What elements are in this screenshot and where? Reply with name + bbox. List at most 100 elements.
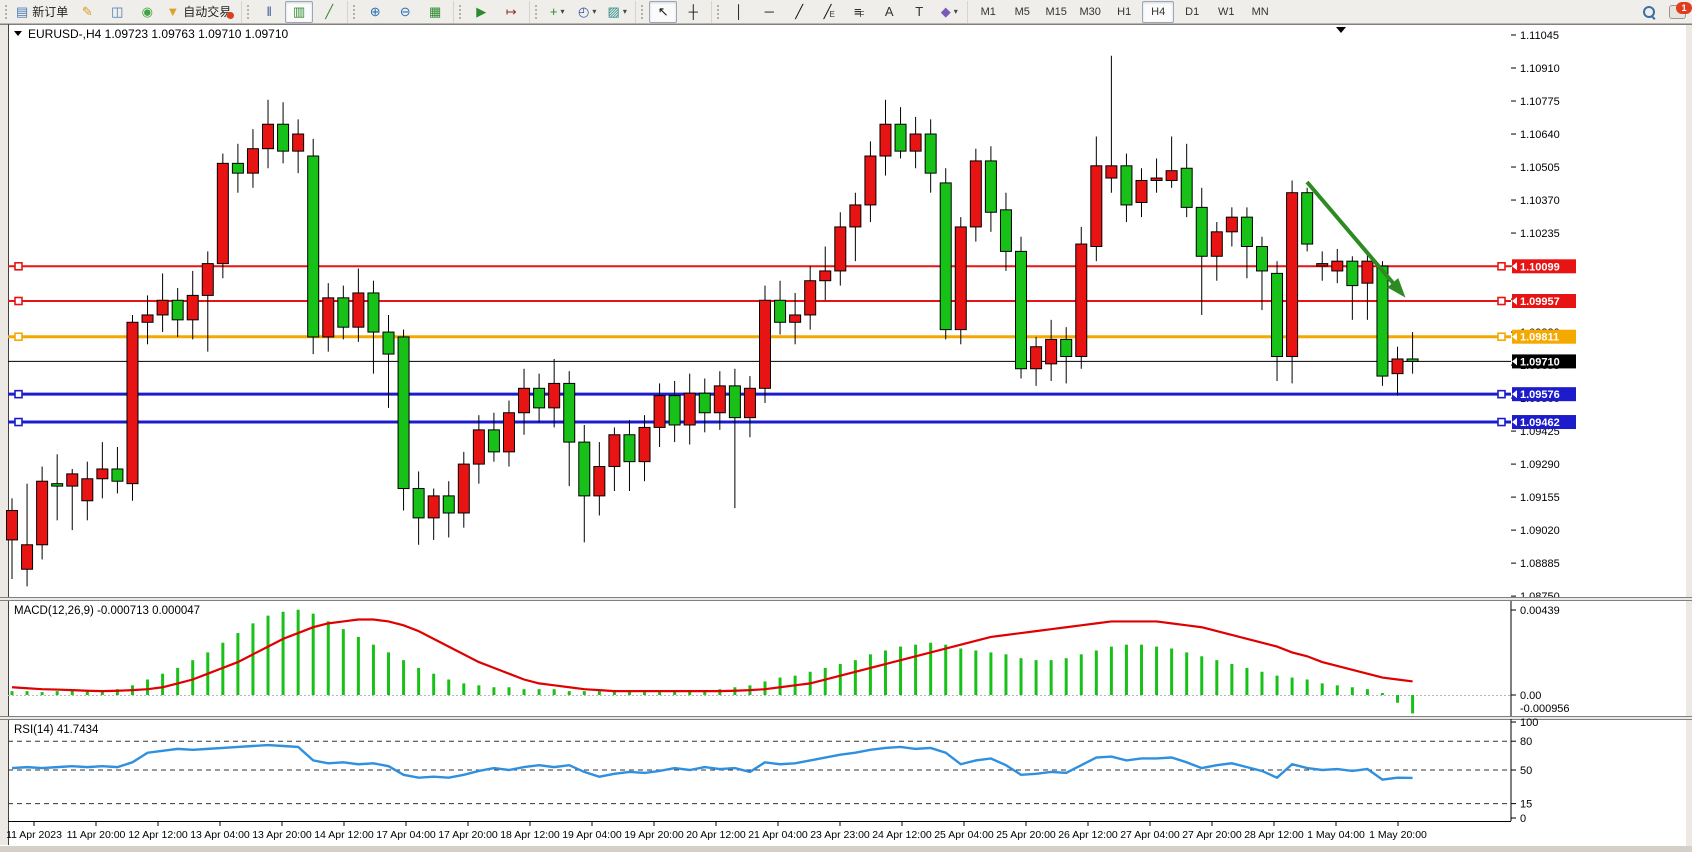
support-line-1-left-handle[interactable] — [15, 391, 22, 398]
candle-bullish — [157, 300, 168, 315]
candlestick-chart-button[interactable]: ▥ — [285, 1, 313, 23]
price-tick-label: 1.09020 — [1520, 525, 1560, 537]
autotrading-button[interactable]: ▼自动交易 — [163, 1, 237, 23]
icon-sub-letter: E — [829, 10, 834, 19]
resistance-line-2-right-handle[interactable] — [1498, 298, 1505, 305]
toolbar-group-2: ⊕ ⊖▦ — [347, 1, 453, 23]
tile-windows-button[interactable]: ▦ — [421, 1, 449, 23]
time-axis-label: 23 Apr 23:00 — [810, 829, 870, 841]
candle-bullish — [805, 281, 816, 315]
pivot-line-price-label: 1.09811 — [1520, 332, 1559, 344]
templates-button[interactable]: ▨▾ — [603, 1, 631, 23]
periods-icon: ◴ — [578, 5, 589, 18]
timeframe-m5[interactable]: M5 — [1006, 1, 1038, 23]
candle-bullish — [202, 264, 213, 296]
support-line-1-right-handle[interactable] — [1498, 391, 1505, 398]
mt4-terminal: { "toolbar": { "groups": [ {"items": [ {… — [0, 0, 1692, 852]
support-line-2-left-handle[interactable] — [15, 419, 22, 426]
chat-icon[interactable]: 1 — [1669, 5, 1686, 19]
vertical-line-button[interactable]: │ — [725, 1, 753, 23]
timeframe-group: M1M5M15M30H1H4D1W1MN — [967, 1, 1280, 23]
chart-window[interactable]: 1.110451.109101.107751.106401.105051.103… — [0, 24, 1692, 852]
price-tick-label: 1.10640 — [1520, 129, 1560, 141]
market-watch-button[interactable]: ◫ — [103, 1, 131, 23]
resistance-line-1-left-handle[interactable] — [15, 263, 22, 270]
candle-bullish — [1362, 261, 1373, 283]
text-label-button[interactable]: T — [905, 1, 933, 23]
arrow-objects-button[interactable]: ◆▾ — [935, 1, 963, 23]
horizontal-line-button[interactable]: ─ — [755, 1, 783, 23]
candle-bearish — [383, 332, 394, 354]
crosshair-icon: ┼ — [689, 5, 698, 18]
channel-button[interactable]: ╱E — [815, 1, 843, 23]
candle-bullish — [458, 464, 469, 513]
templates-icon: ▨ — [608, 5, 620, 18]
candle-bullish — [790, 315, 801, 322]
candle-bearish — [775, 300, 786, 322]
text-button[interactable]: A — [875, 1, 903, 23]
candle-bullish — [910, 134, 921, 151]
toolbar-group-5: ↖┼ — [635, 1, 711, 23]
candle-bearish — [413, 489, 424, 518]
chevron-down-icon[interactable]: ▾ — [560, 7, 564, 16]
resistance-line-1-right-handle[interactable] — [1498, 263, 1505, 270]
news-button[interactable]: ◉ — [133, 1, 161, 23]
search-icon[interactable] — [1643, 6, 1655, 18]
candle-bullish — [353, 293, 364, 327]
zoom-in-button[interactable]: ⊕ — [361, 1, 389, 23]
indicators-button[interactable]: +▾ — [543, 1, 571, 23]
rsi-label: RSI(14) 41.7434 — [14, 724, 99, 736]
auto-scroll-button[interactable]: ▶ — [467, 1, 495, 23]
cursor-button[interactable]: ↖ — [649, 1, 677, 23]
zoom-in-icon: ⊕ — [370, 5, 381, 18]
timeframe-h4[interactable]: H4 — [1142, 1, 1174, 23]
chevron-down-icon[interactable]: ▾ — [592, 7, 596, 16]
chevron-down-icon[interactable]: ▾ — [954, 7, 958, 16]
time-axis-label: 19 Apr 04:00 — [562, 829, 622, 841]
support-line-2-right-handle[interactable] — [1498, 419, 1505, 426]
toolbar-grip — [247, 5, 252, 19]
candle-bearish — [1302, 193, 1313, 244]
candle-bullish — [594, 467, 605, 496]
new-order-button[interactable]: ▤新订单 — [13, 1, 71, 23]
resistance-line-2-price-label: 1.09957 — [1520, 296, 1560, 308]
candle-bullish — [22, 545, 33, 569]
price-chart[interactable]: 1.110451.109101.107751.106401.105051.103… — [0, 24, 1692, 852]
periods-button[interactable]: ◴▾ — [573, 1, 601, 23]
chart-shift-button[interactable]: ↦ — [497, 1, 525, 23]
candle-bearish — [624, 435, 635, 462]
chevron-down-icon[interactable]: ▾ — [623, 7, 627, 16]
time-axis-label: 20 Apr 12:00 — [686, 829, 746, 841]
candle-bullish — [820, 271, 831, 281]
bar-chart-button[interactable]: ‖ — [255, 1, 283, 23]
candle-bullish — [142, 315, 153, 322]
resistance-line-2-left-handle[interactable] — [15, 298, 22, 305]
timeframe-m15[interactable]: M15 — [1040, 1, 1072, 23]
fibonacci-button[interactable]: ≡F — [845, 1, 873, 23]
timeframe-w1[interactable]: W1 — [1210, 1, 1242, 23]
pivot-line-right-handle[interactable] — [1498, 333, 1505, 340]
timeframe-h1[interactable]: H1 — [1108, 1, 1140, 23]
toolbar-grip — [459, 5, 464, 19]
line-chart-button[interactable]: ╱ — [315, 1, 343, 23]
price-tick-label: 1.09290 — [1520, 459, 1560, 471]
rsi-axis-label: 0 — [1520, 813, 1526, 825]
candle-bullish — [97, 469, 108, 479]
tick-chart-button[interactable]: ✎ — [73, 1, 101, 23]
candle-bullish — [293, 134, 304, 151]
trendline-button[interactable]: ╱ — [785, 1, 813, 23]
timeframe-m30[interactable]: M30 — [1074, 1, 1106, 23]
timeframe-m1[interactable]: M1 — [972, 1, 1004, 23]
pivot-line-left-handle[interactable] — [15, 333, 22, 340]
candle-bullish — [609, 435, 620, 467]
candle-bearish — [699, 393, 710, 413]
candle-bullish — [82, 479, 93, 501]
crosshair-button[interactable]: ┼ — [679, 1, 707, 23]
support-line-1-price-label: 1.09576 — [1520, 389, 1560, 401]
timeframe-d1[interactable]: D1 — [1176, 1, 1208, 23]
resistance-line-1-price-label: 1.10099 — [1520, 261, 1560, 273]
text-icon: A — [885, 5, 894, 18]
timeframe-mn[interactable]: MN — [1244, 1, 1276, 23]
price-tick-label: 1.11045 — [1520, 30, 1559, 42]
zoom-out-button[interactable]: ⊖ — [391, 1, 419, 23]
